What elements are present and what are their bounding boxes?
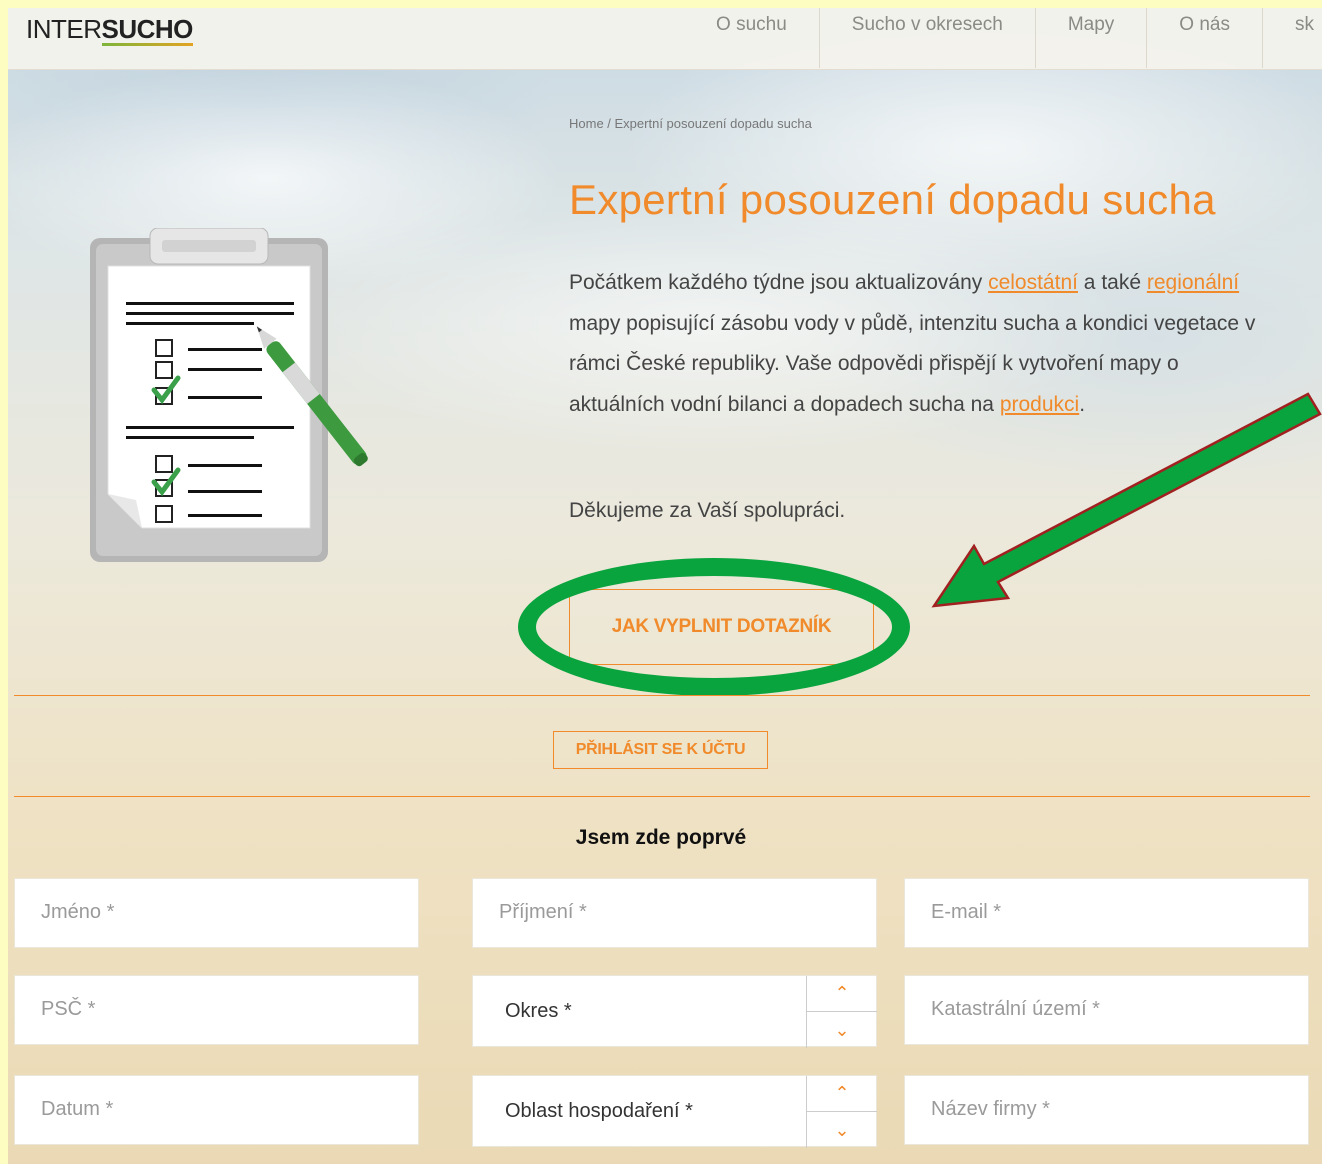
intro-text-1: Počátkem každého týdne jsou aktualizován… (569, 271, 989, 294)
highlight-ellipse (518, 558, 910, 696)
email-input[interactable]: E-mail * (904, 878, 1309, 948)
clipboard-checklist-icon (90, 228, 368, 562)
divider-top (14, 695, 1310, 696)
farming-area-select-label: Oblast hospodaření * (505, 1100, 693, 1122)
registration-form-title: Jsem zde poprvé (575, 826, 747, 849)
district-select-arrows: ⌃ ⌄ (806, 976, 877, 1048)
first-name-input[interactable]: Jméno * (14, 878, 419, 948)
main-menu: O suchu Sucho v okresech Mapy O nás sk (684, 8, 1322, 68)
nav-item-o-suchu[interactable]: O suchu (684, 8, 819, 68)
intro-text-2: a také (1077, 271, 1147, 294)
login-button[interactable]: PŘIHLÁSIT SE K ÚČTU (553, 731, 768, 769)
chevron-down-icon[interactable]: ⌄ (807, 1112, 877, 1148)
green-arrow-icon (931, 392, 1322, 608)
cadastral-area-input[interactable]: Katastrální území * (904, 975, 1309, 1045)
chevron-up-icon[interactable]: ⌃ (807, 1076, 877, 1112)
divider-bottom (14, 796, 1310, 797)
district-select-label: Okres * (505, 1000, 572, 1022)
company-name-input[interactable]: Název firmy * (904, 1075, 1309, 1145)
language-switch-sk[interactable]: sk (1262, 8, 1322, 68)
logo-text-plain: INTER (26, 14, 102, 44)
thanks-text: Děkujeme za Vaší spolupráci. (569, 499, 846, 522)
farming-area-select-arrows: ⌃ ⌄ (806, 1076, 877, 1148)
farming-area-select[interactable]: Oblast hospodaření * ⌃ ⌄ (472, 1075, 877, 1148)
last-name-input[interactable]: Příjmení * (472, 878, 877, 948)
link-regionalni[interactable]: regionální (1147, 271, 1239, 294)
logo-text-bold: SUCHO (101, 14, 194, 44)
breadcrumb[interactable]: Home / Expertní posouzení dopadu sucha (569, 116, 812, 131)
link-celostatni[interactable]: celostátní (988, 271, 1078, 294)
site-logo[interactable]: INTERSUCHO (26, 14, 193, 45)
chevron-down-icon[interactable]: ⌄ (807, 1012, 877, 1048)
district-select[interactable]: Okres * ⌃ ⌄ (472, 975, 877, 1048)
page-frame: INTERSUCHO O suchu Sucho v okresech Mapy… (8, 8, 1322, 1164)
nav-item-mapy[interactable]: Mapy (1034, 8, 1146, 68)
date-input[interactable]: Datum * (14, 1075, 419, 1145)
top-navigation: INTERSUCHO O suchu Sucho v okresech Mapy… (8, 8, 1322, 70)
page-title: Expertní posouzení dopadu sucha (569, 176, 1216, 223)
chevron-up-icon[interactable]: ⌃ (807, 976, 877, 1012)
nav-item-sucho-v-okresech[interactable]: Sucho v okresech (818, 8, 1035, 68)
zip-code-input[interactable]: PSČ * (14, 975, 419, 1045)
nav-item-o-nas[interactable]: O nás (1146, 8, 1262, 68)
